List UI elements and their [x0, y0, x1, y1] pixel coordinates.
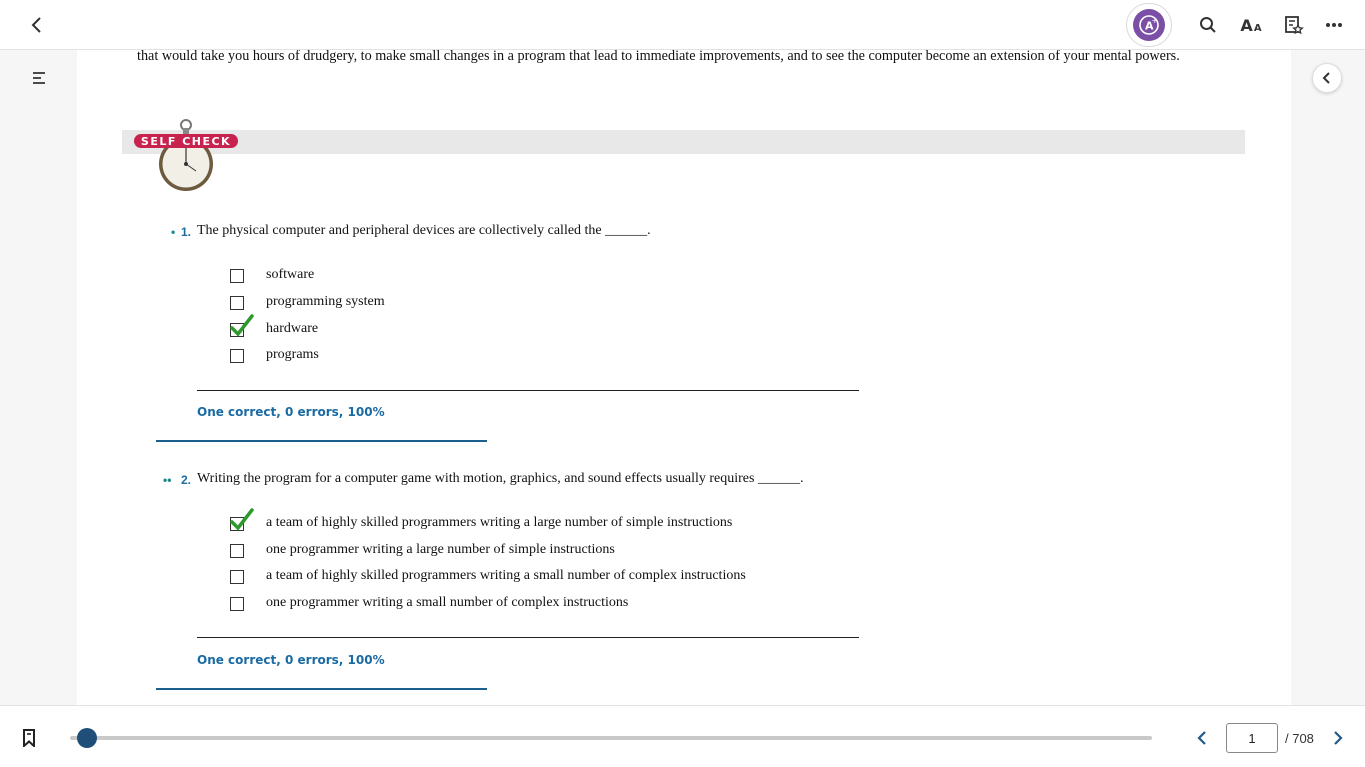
checkmark-icon [230, 314, 254, 337]
chevron-right-icon [1334, 731, 1343, 745]
answer-label: hardware [266, 321, 319, 336]
difficulty-marker: • [171, 225, 176, 239]
answer-option: a team of highly skilled programmers wri… [230, 567, 746, 587]
ai-assistant-button[interactable]: A + [1126, 3, 1172, 47]
answer-checkbox[interactable] [230, 570, 244, 584]
search-button[interactable] [1194, 11, 1222, 39]
answer-checkbox[interactable] [230, 597, 244, 611]
answer-checkbox[interactable] [230, 544, 244, 558]
page-slider-thumb[interactable] [76, 728, 97, 748]
answer-label: software [266, 267, 315, 282]
answer-label: one programmer writing a large number of… [266, 542, 615, 557]
font-size-icon: AA [1240, 15, 1262, 35]
previous-page-button[interactable] [1190, 726, 1214, 750]
answer-checkbox[interactable] [230, 296, 244, 310]
divider [197, 390, 859, 391]
more-options-icon [1326, 23, 1342, 27]
bookmark-button[interactable] [18, 727, 40, 749]
answer-option: programs [230, 346, 319, 366]
answer-label: programs [266, 347, 319, 362]
top-toolbar: A + AA [0, 0, 1365, 50]
divider [156, 440, 487, 442]
answer-option: a team of highly skilled programmers wri… [230, 508, 732, 534]
divider [156, 688, 487, 690]
intro-paragraph: that would take you hours of drudgery, t… [137, 50, 1180, 64]
right-sidebar [1291, 50, 1365, 705]
bookmark-icon [23, 729, 35, 747]
add-to-favorites-button[interactable] [1280, 11, 1308, 39]
next-page-button[interactable] [1326, 726, 1350, 750]
left-sidebar [0, 50, 77, 705]
result-text: One correct, 0 errors, 100% [197, 405, 385, 419]
self-check-stopwatch-icon: SELF CHECK [134, 119, 238, 191]
chevron-left-icon [1322, 72, 1330, 84]
collapse-panel-button[interactable] [1312, 63, 1342, 93]
chevron-left-icon [31, 17, 41, 33]
self-check-label: SELF CHECK [141, 135, 231, 148]
page-total: / 708 [1285, 731, 1314, 746]
answer-checkbox-checked[interactable] [230, 314, 254, 337]
difficulty-marker: •• [163, 473, 172, 487]
add-to-favorites-icon [1285, 16, 1304, 35]
answer-option: hardware [230, 314, 318, 340]
answer-checkbox[interactable] [230, 349, 244, 363]
search-icon [1200, 17, 1216, 33]
answer-checkbox-checked[interactable] [230, 508, 254, 531]
book-page: that would take you hours of drudgery, t… [77, 50, 1291, 705]
bottom-toolbar: / 708 [0, 705, 1365, 767]
question-text: The physical computer and peripheral dev… [197, 223, 651, 238]
self-check-band [122, 130, 1245, 154]
answer-option: one programmer writing a large number of… [230, 541, 615, 561]
answer-option: one programmer writing a small number of… [230, 594, 628, 614]
answer-label: programming system [266, 294, 385, 309]
answer-label: a team of highly skilled programmers wri… [266, 515, 733, 530]
back-button[interactable] [22, 11, 52, 39]
result-text: One correct, 0 errors, 100% [197, 653, 385, 667]
table-of-contents-button[interactable] [26, 66, 52, 90]
answer-option: software [230, 266, 314, 286]
svg-text:+: + [1152, 16, 1159, 25]
answer-checkbox[interactable] [230, 269, 244, 283]
answer-option: programming system [230, 293, 385, 313]
answer-label: one programmer writing a small number of… [266, 595, 629, 610]
ai-assistant-icon: A + [1133, 9, 1165, 41]
page-slider-track[interactable] [70, 736, 1152, 740]
answer-label: a team of highly skilled programmers wri… [266, 568, 746, 583]
checkmark-icon [230, 508, 254, 531]
page-number-input[interactable] [1226, 723, 1278, 753]
font-settings-button[interactable]: AA [1236, 11, 1266, 39]
question-text: Writing the program for a computer game … [197, 471, 804, 486]
question-number: 1. [181, 225, 192, 239]
chevron-left-icon [1197, 731, 1206, 745]
more-options-button[interactable] [1320, 11, 1348, 39]
divider [197, 637, 859, 638]
question-number: 2. [181, 473, 192, 487]
table-of-contents-icon [33, 72, 45, 84]
